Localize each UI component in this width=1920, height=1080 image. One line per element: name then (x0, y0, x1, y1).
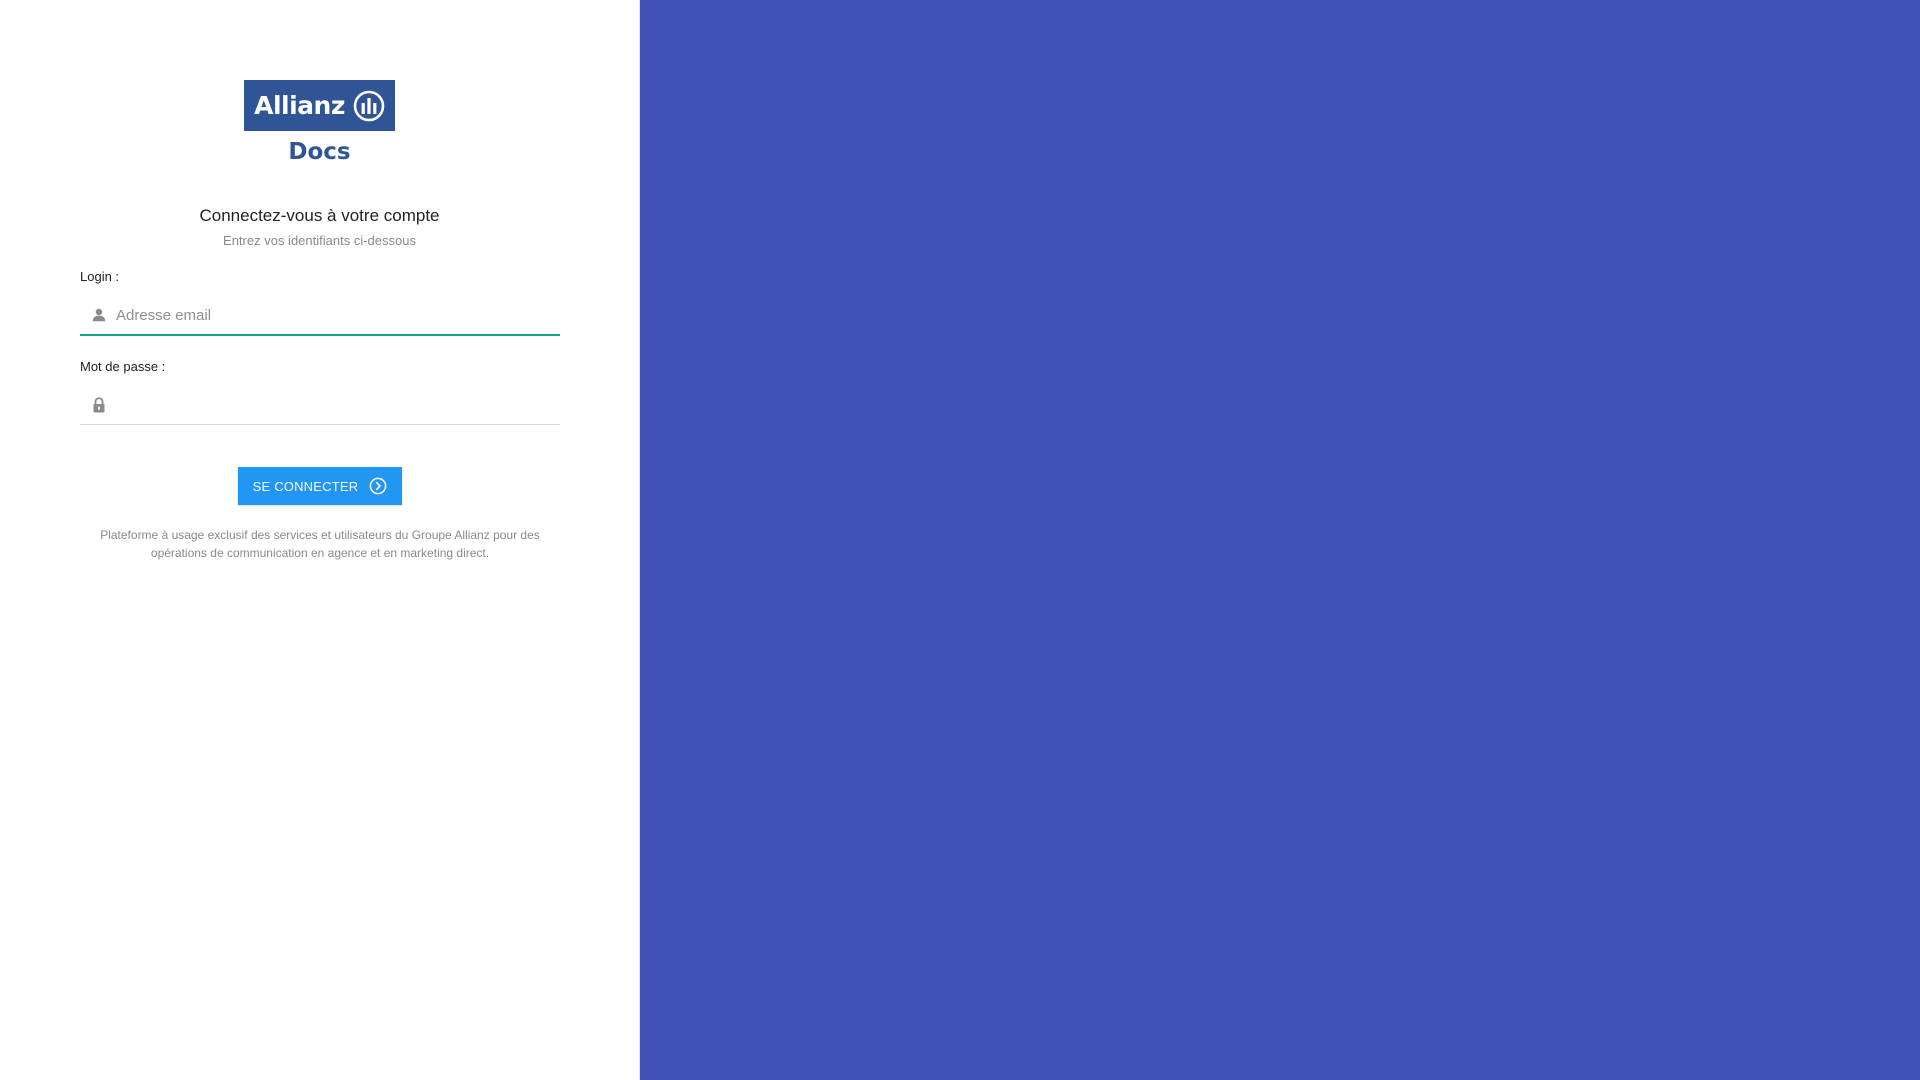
login-subtitle: Entrez vos identifiants ci-dessous (223, 233, 416, 248)
allianz-eagle-mark-icon (353, 90, 385, 121)
chevron-right-circle-icon (369, 477, 387, 495)
logo-wordmark: Allianz (254, 91, 345, 120)
login-label: Login : (80, 269, 120, 284)
login-panel: Allianz Docs Connectez-vous à votre comp… (0, 0, 640, 1080)
user-icon (91, 307, 107, 323)
allianz-logo: Allianz (244, 80, 395, 131)
login-title: Connectez-vous à votre compte (199, 206, 440, 225)
connect-button-label: SE CONNECTER (252, 478, 359, 494)
product-name: Docs (288, 139, 351, 165)
email-input[interactable] (116, 298, 560, 332)
side-panel (640, 0, 1920, 1080)
login-field[interactable] (80, 296, 560, 336)
usage-disclaimer: Plateforme à usage exclusif des services… (100, 528, 540, 560)
connect-button[interactable]: SE CONNECTER (238, 467, 402, 505)
login-page: Allianz Docs Connectez-vous à votre comp… (0, 0, 1920, 1080)
password-field[interactable] (80, 385, 560, 425)
password-input[interactable] (116, 387, 560, 422)
password-label: Mot de passe : (80, 359, 166, 374)
lock-icon (91, 396, 107, 413)
